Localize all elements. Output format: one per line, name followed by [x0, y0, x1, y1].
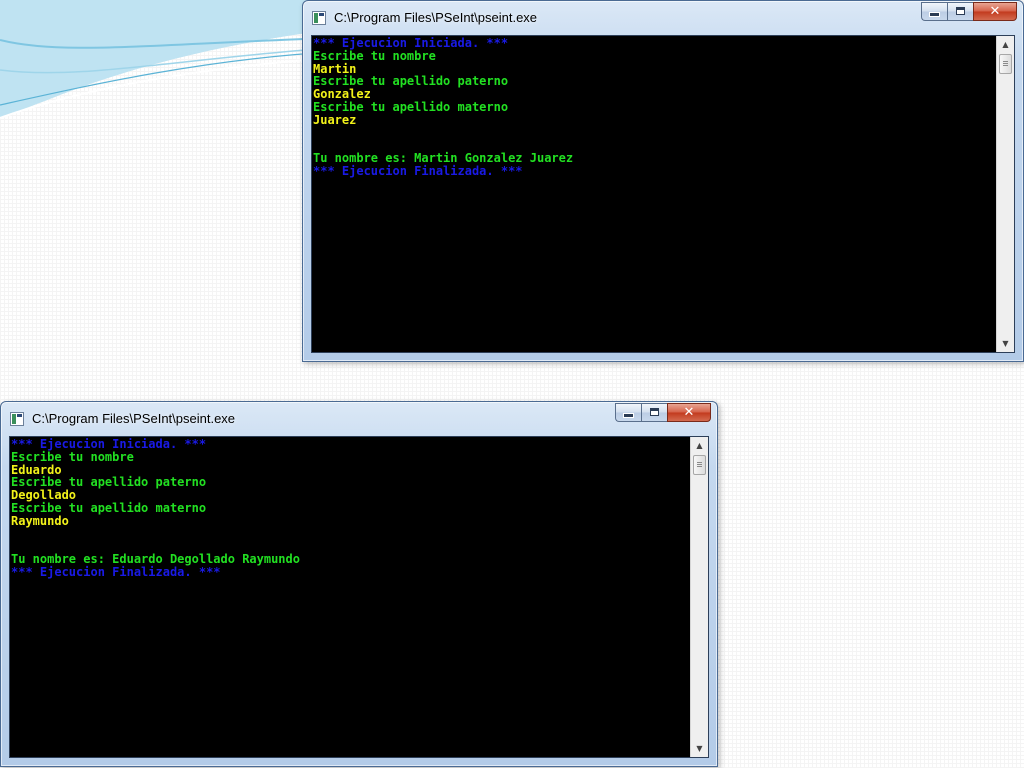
console-window-top[interactable]: C:\Program Files\PSeInt\pseint.exe ✕ ***…: [302, 0, 1024, 362]
vertical-scrollbar[interactable]: ▲ ▼: [690, 437, 708, 757]
caption-buttons: ✕: [615, 403, 711, 423]
maximize-icon: [956, 7, 965, 15]
minimize-icon: [930, 13, 939, 16]
scroll-up-arrow-icon[interactable]: ▲: [691, 437, 708, 454]
scroll-up-arrow-icon[interactable]: ▲: [997, 36, 1014, 53]
scroll-thumb[interactable]: [999, 54, 1012, 74]
console-output: *** Ejecucion Iniciada. *** Escribe tu no…: [313, 37, 994, 352]
console-line: Escribe tu nombre: [313, 48, 436, 63]
console-area[interactable]: *** Ejecucion Iniciada. *** Escribe tu no…: [311, 35, 1015, 353]
console-app-icon[interactable]: [312, 11, 326, 25]
caption-buttons: ✕: [921, 2, 1017, 22]
maximize-icon: [650, 408, 659, 416]
console-line: Escribe tu apellido paterno: [11, 475, 207, 490]
console-line: Escribe tu nombre: [11, 449, 134, 464]
slide-background-swoosh: [0, 0, 330, 119]
minimize-button[interactable]: [921, 2, 947, 21]
minimize-button[interactable]: [615, 403, 641, 422]
console-line: *** Ejecucion Finalizada. ***: [11, 564, 221, 579]
console-line: Escribe tu apellido materno: [313, 99, 509, 114]
console-line: Raymundo: [11, 513, 69, 528]
console-window-bottom[interactable]: C:\Program Files\PSeInt\pseint.exe ✕ ***…: [0, 401, 718, 767]
vertical-scrollbar[interactable]: ▲ ▼: [996, 36, 1014, 352]
maximize-button[interactable]: [947, 2, 973, 21]
title-bar[interactable]: C:\Program Files\PSeInt\pseint.exe ✕: [1, 402, 717, 435]
console-app-icon[interactable]: [10, 412, 24, 426]
console-output: *** Ejecucion Iniciada. *** Escribe tu no…: [11, 438, 688, 757]
console-line: Escribe tu apellido materno: [11, 500, 207, 515]
scroll-down-arrow-icon[interactable]: ▼: [997, 335, 1014, 352]
close-icon: ✕: [683, 405, 695, 420]
console-area[interactable]: *** Ejecucion Iniciada. *** Escribe tu no…: [9, 436, 709, 758]
close-button[interactable]: ✕: [667, 403, 711, 422]
title-bar[interactable]: C:\Program Files\PSeInt\pseint.exe ✕: [303, 1, 1023, 34]
window-title: C:\Program Files\PSeInt\pseint.exe: [32, 411, 236, 426]
console-line: *** Ejecucion Finalizada. ***: [313, 163, 523, 178]
window-title: C:\Program Files\PSeInt\pseint.exe: [334, 10, 538, 25]
console-line: Escribe tu apellido paterno: [313, 74, 509, 89]
close-icon: ✕: [989, 4, 1001, 19]
scroll-down-arrow-icon[interactable]: ▼: [691, 740, 708, 757]
console-line: *** Ejecucion Iniciada. ***: [313, 37, 509, 50]
console-line: Juarez: [313, 112, 357, 127]
minimize-icon: [624, 414, 633, 417]
console-line: *** Ejecucion Iniciada. ***: [11, 438, 207, 451]
close-button[interactable]: ✕: [973, 2, 1017, 21]
scroll-thumb[interactable]: [693, 455, 706, 475]
maximize-button[interactable]: [641, 403, 667, 422]
